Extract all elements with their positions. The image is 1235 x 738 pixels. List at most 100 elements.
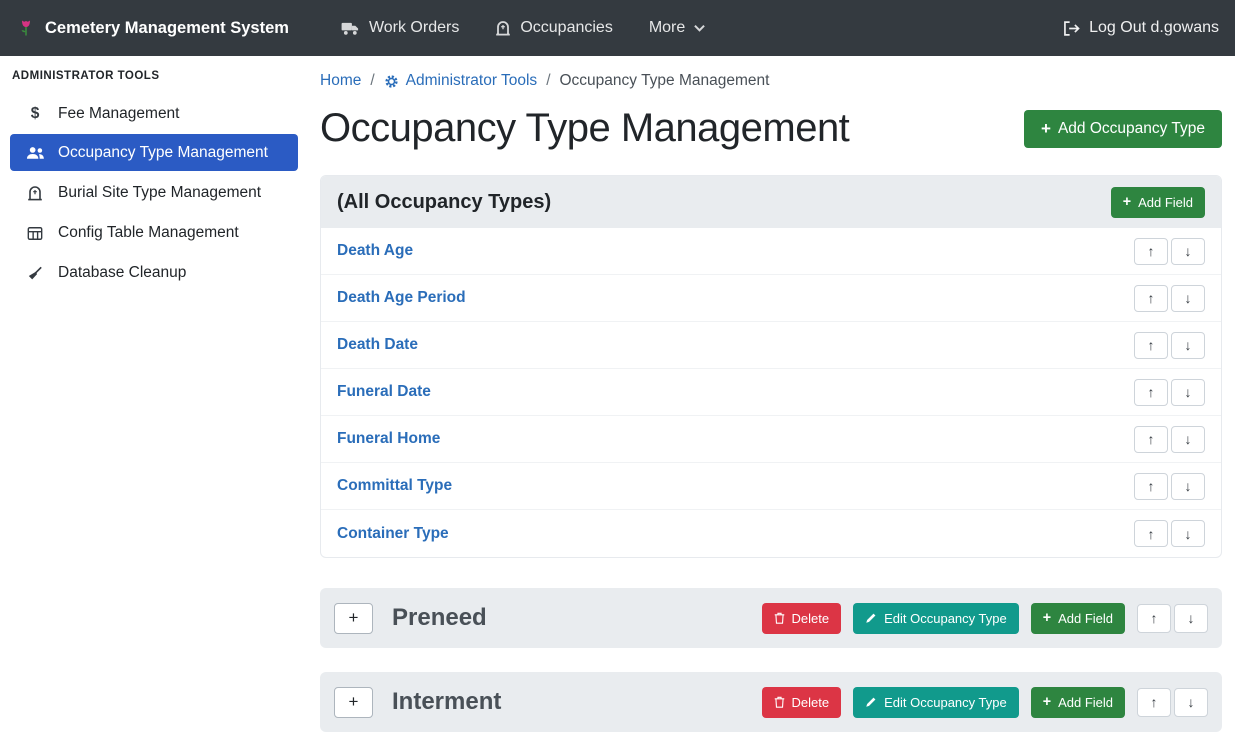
sidebar-item-label: Fee Management [58,105,180,123]
delete-button[interactable]: Delete [762,603,842,634]
arrow-down-icon: ↓ [1188,610,1195,626]
breadcrumb-separator: / [546,72,550,90]
field-link-container-type[interactable]: Container Type [337,525,449,543]
breadcrumb-home-label: Home [320,72,361,90]
move-up-button[interactable]: ↑ [1134,473,1168,500]
expand-icon: + [349,692,359,712]
field-link-death-age-period[interactable]: Death Age Period [337,289,466,307]
arrow-down-icon: ↓ [1185,337,1192,353]
sidebar-item-database-cleanup[interactable]: Database Cleanup [0,253,308,293]
move-down-button[interactable]: ↓ [1171,238,1205,265]
move-down-button[interactable]: ↓ [1174,688,1208,717]
reorder-buttons: ↑ ↓ [1134,379,1205,406]
plus-icon: + [1043,611,1051,625]
section-actions: Delete Edit Occupancy Type + Add Field ↑ [762,603,1208,634]
arrow-up-icon: ↑ [1148,290,1155,306]
arrow-down-icon: ↓ [1185,431,1192,447]
move-down-button[interactable]: ↓ [1171,285,1205,312]
plus-icon: + [1041,120,1051,137]
field-link-death-date[interactable]: Death Date [337,336,418,354]
chevron-down-icon [694,24,705,32]
add-field-button[interactable]: + Add Field [1111,187,1205,218]
pencil-icon [865,696,877,708]
move-up-button[interactable]: ↑ [1137,688,1171,717]
reorder-buttons: ↑ ↓ [1137,688,1208,717]
arrow-down-icon: ↓ [1185,290,1192,306]
page-title: Occupancy Type Management [320,106,849,151]
sidebar-item-config-table-management[interactable]: Config Table Management [0,213,308,253]
nav-more[interactable]: More [649,19,705,37]
card-title: (All Occupancy Types) [337,191,551,214]
add-occupancy-type-button[interactable]: + Add Occupancy Type [1024,110,1222,148]
field-link-committal-type[interactable]: Committal Type [337,477,452,495]
reorder-buttons: ↑ ↓ [1134,285,1205,312]
move-down-button[interactable]: ↓ [1171,473,1205,500]
breadcrumb-admin-tools-link[interactable]: Administrator Tools [384,72,538,90]
field-link-death-age[interactable]: Death Age [337,242,413,260]
breadcrumb: Home / Administrator Tools / Occupancy T… [320,66,1222,90]
flower-logo-icon [16,18,36,38]
logout-label: Log Out d.gowans [1089,19,1219,37]
arrow-up-icon: ↑ [1151,694,1158,710]
move-down-button[interactable]: ↓ [1171,426,1205,453]
reorder-buttons: ↑ ↓ [1134,473,1205,500]
move-up-button[interactable]: ↑ [1134,426,1168,453]
main-content: Home / Administrator Tools / Occupancy T… [308,56,1235,738]
field-link-funeral-date[interactable]: Funeral Date [337,383,431,401]
field-row: Death Age Period ↑ ↓ [321,275,1221,322]
occupancy-type-section-interment: + Interment Delete [320,672,1222,732]
reorder-buttons: ↑ ↓ [1134,332,1205,359]
sidebar: Administrator Tools $ Fee Management Occ… [0,56,308,738]
reorder-buttons: ↑ ↓ [1137,604,1208,633]
arrow-up-icon: ↑ [1148,526,1155,542]
all-occupancy-types-header: (All Occupancy Types) + Add Field [321,176,1221,228]
move-up-button[interactable]: ↑ [1137,604,1171,633]
move-down-button[interactable]: ↓ [1171,332,1205,359]
field-link-funeral-home[interactable]: Funeral Home [337,430,440,448]
all-occupancy-types-card: (All Occupancy Types) + Add Field Death … [320,175,1222,558]
add-field-label: Add Field [1058,611,1113,626]
add-field-button[interactable]: + Add Field [1031,603,1125,634]
move-down-button[interactable]: ↓ [1174,604,1208,633]
headstone-icon [25,185,45,201]
reorder-buttons: ↑ ↓ [1134,238,1205,265]
move-down-button[interactable]: ↓ [1171,520,1205,547]
reorder-buttons: ↑ ↓ [1134,426,1205,453]
sidebar-item-occupancy-type-management[interactable]: Occupancy Type Management [10,134,298,171]
dollar-icon: $ [25,105,45,123]
arrow-up-icon: ↑ [1151,610,1158,626]
move-up-button[interactable]: ↑ [1134,285,1168,312]
breadcrumb-current: Occupancy Type Management [560,72,770,90]
logout-button[interactable]: Log Out d.gowans [1063,19,1219,37]
expand-section-button[interactable]: + [334,687,373,718]
add-field-button[interactable]: + Add Field [1031,687,1125,718]
sidebar-item-fee-management[interactable]: $ Fee Management [0,94,308,134]
sidebar-item-burial-site-type-management[interactable]: Burial Site Type Management [0,173,308,213]
breadcrumb-home-link[interactable]: Home [320,72,361,90]
nav-work-orders[interactable]: Work Orders [341,19,459,37]
arrow-down-icon: ↓ [1188,694,1195,710]
nav-more-label: More [649,19,685,37]
nav-work-orders-label: Work Orders [369,19,459,37]
app-brand[interactable]: Cemetery Management System [16,18,289,38]
expand-section-button[interactable]: + [334,603,373,634]
delete-button[interactable]: Delete [762,687,842,718]
edit-occupancy-type-button[interactable]: Edit Occupancy Type [853,603,1019,634]
nav-occupancies[interactable]: Occupancies [495,19,613,37]
reorder-buttons: ↑ ↓ [1134,520,1205,547]
move-down-button[interactable]: ↓ [1171,379,1205,406]
expand-icon: + [349,608,359,628]
logout-icon [1063,21,1080,36]
field-row: Committal Type ↑ ↓ [321,463,1221,510]
section-actions: Delete Edit Occupancy Type + Add Field ↑ [762,687,1208,718]
delete-label: Delete [792,695,830,710]
breadcrumb-separator: / [370,72,374,90]
move-up-button[interactable]: ↑ [1134,332,1168,359]
title-row: Occupancy Type Management + Add Occupanc… [320,106,1222,151]
arrow-up-icon: ↑ [1148,243,1155,259]
move-up-button[interactable]: ↑ [1134,238,1168,265]
move-up-button[interactable]: ↑ [1134,379,1168,406]
move-up-button[interactable]: ↑ [1134,520,1168,547]
arrow-down-icon: ↓ [1185,526,1192,542]
edit-occupancy-type-button[interactable]: Edit Occupancy Type [853,687,1019,718]
